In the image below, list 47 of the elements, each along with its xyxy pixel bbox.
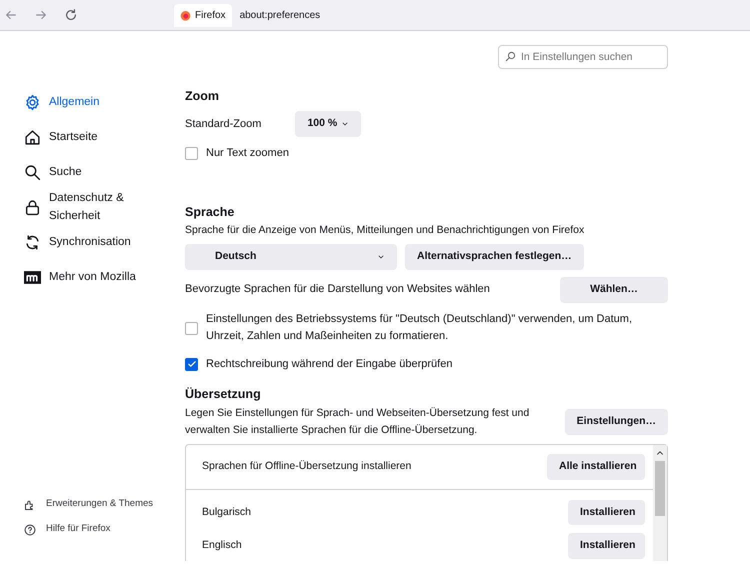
- sidebar-item[interactable]: Suche: [24, 155, 185, 190]
- section-heading: Zoom: [185, 89, 220, 104]
- install-all-button[interactable]: Alle installieren: [547, 454, 645, 480]
- checkbox[interactable]: [185, 322, 198, 335]
- zoom-dropdown[interactable]: 100 %: [295, 111, 362, 137]
- section-heading: Übersetzung: [185, 387, 262, 402]
- section-heading: Sprache: [185, 205, 236, 220]
- sidebar-item[interactable]: Datenschutz & Sicherheit: [24, 190, 185, 225]
- home-icon: [24, 129, 41, 146]
- browser-tab[interactable]: Firefox: [174, 4, 232, 26]
- list-item-label: Bulgarisch: [202, 504, 252, 520]
- scrollbar[interactable]: [653, 444, 667, 562]
- settings-button[interactable]: Einstellungen…: [564, 409, 668, 435]
- m-logo-icon: [24, 269, 41, 286]
- lock-icon: [24, 199, 41, 216]
- field-label: Standard-Zoom: [185, 116, 262, 132]
- setting-label: Bevorzugte Sprachen für die Darstellung von Websites wählen: [185, 282, 490, 298]
- checkbox[interactable]: [185, 146, 198, 160]
- list-item-label: Englisch: [202, 538, 242, 554]
- checkbox-label: Nur Text zoomen: [206, 146, 289, 161]
- browser-logo-icon: [180, 10, 191, 20]
- reload-icon: [64, 8, 78, 22]
- sidebar-link[interactable]: Erweiterungen & Themes: [24, 492, 185, 517]
- sidebar-item[interactable]: Startseite: [24, 120, 185, 155]
- choose-button[interactable]: Wählen…: [560, 276, 668, 302]
- sidebar-item[interactable]: Synchronisation: [24, 225, 185, 260]
- checkbox-label: Einstellungen des Betriebssystems für "Deutsch (Deutschland)" verwenden, um Datum, Uhrzeit, Zahlen und Maßeinheiten zu formatieren.: [206, 312, 634, 344]
- sidebar-item[interactable]: Mehr von Mozilla: [24, 260, 185, 295]
- search-icon: [24, 164, 41, 181]
- checkbox-label: Rechtschreibung während der Eingabe überprüfen: [206, 356, 452, 372]
- sync-icon: [24, 234, 41, 251]
- section-description: Sprache für die Anzeige von Menüs, Mitteilungen und Benachrichtigungen von Firefox: [185, 223, 586, 238]
- search-icon: [505, 51, 516, 62]
- alternatives-button[interactable]: Alternativsprachen festlegen…: [405, 244, 584, 270]
- install-button[interactable]: Installieren: [568, 500, 645, 526]
- checkbox[interactable]: [185, 358, 198, 371]
- install-button[interactable]: Installieren: [568, 533, 645, 560]
- sidebar-link[interactable]: Hilfe für Firefox: [24, 517, 185, 542]
- section-description: Legen Sie Einstellungen für Sprach- und Webseiten-Übersetzung fest und verwalten Sie installierte Sprachen für die Offline-Übersetzung.: [185, 406, 530, 438]
- search-field[interactable]: In Einstellungen suchen: [498, 45, 668, 69]
- list-label: Sprachen für Offline-Übersetzung installieren: [202, 458, 412, 474]
- url-text[interactable]: about:preferences: [240, 8, 320, 22]
- language-dropdown[interactable]: Deutsch: [185, 244, 397, 270]
- check-icon: [186, 359, 196, 370]
- help-icon: [24, 524, 36, 536]
- gear-icon: [24, 94, 41, 111]
- sidebar-item[interactable]: Allgemein: [24, 85, 185, 120]
